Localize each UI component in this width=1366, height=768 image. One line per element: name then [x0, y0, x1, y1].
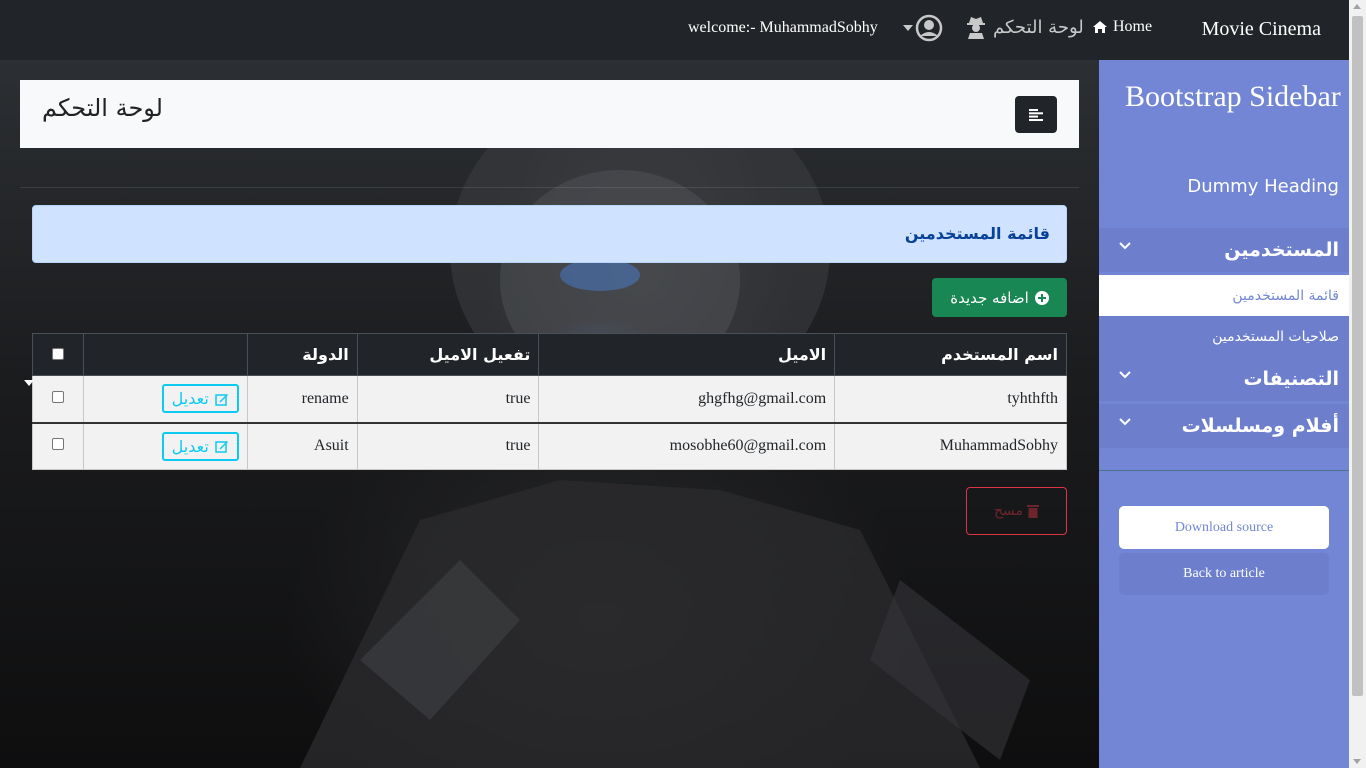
- edit-icon: [215, 441, 228, 453]
- select-all-cell: [32, 333, 84, 376]
- user-secret-icon: [967, 17, 985, 39]
- sidebar-item-label: أفلام ومسلسلات: [1181, 415, 1339, 437]
- delete-button[interactable]: مسح: [966, 487, 1067, 535]
- sidebar-item-users[interactable]: المستخدمين: [1099, 228, 1349, 272]
- cell-country: Asuit: [246, 421, 358, 470]
- top-navbar: Movie Cinema Home لوحة التحكم welcome:- …: [0, 0, 1349, 60]
- add-new-button[interactable]: اضافه جديدة: [932, 278, 1067, 317]
- chevron-down-icon: [1119, 371, 1131, 379]
- scroll-down-arrow-icon[interactable]: [1353, 759, 1361, 764]
- delete-label: مسح: [993, 503, 1024, 519]
- edit-button[interactable]: تعديل: [161, 384, 239, 414]
- sidebar-item-categories[interactable]: التصنيفات: [1099, 357, 1349, 401]
- header-username[interactable]: اسم المستخدم: [834, 333, 1067, 376]
- trash-icon: [1027, 505, 1040, 518]
- nav-home-label: Home: [1113, 18, 1153, 35]
- user-menu-toggle[interactable]: [903, 14, 943, 42]
- back-to-article-button[interactable]: Back to article: [1119, 553, 1329, 595]
- nav-home-link[interactable]: Home: [1092, 18, 1152, 36]
- page-scrollbar[interactable]: [1349, 0, 1366, 768]
- edit-label: تعديل: [171, 389, 209, 409]
- edit-label: تعديل: [171, 436, 209, 456]
- row-select-cell: [32, 375, 84, 423]
- cell-email: ghgfhg@gmail.com: [538, 375, 836, 423]
- divider: [20, 187, 1079, 188]
- user-circle-icon: [915, 14, 943, 42]
- users-list-alert: قائمة المستخدمين: [32, 205, 1067, 263]
- edit-icon: [215, 393, 228, 406]
- row-select-cell: [32, 421, 84, 470]
- sidebar-heading: Dummy Heading: [1187, 176, 1339, 197]
- sidebar-item-movies-series[interactable]: أفلام ومسلسلات: [1099, 404, 1349, 448]
- welcome-text: welcome:- MuhammadSobhy: [688, 19, 878, 36]
- cell-country: rename: [246, 375, 358, 423]
- cell-username: tyhthfth: [834, 375, 1067, 423]
- sidebar-subitem-user-permissions[interactable]: صلاحيات المستخدمين: [1099, 316, 1349, 357]
- download-source-button[interactable]: Download source: [1119, 506, 1329, 549]
- row-checkbox[interactable]: [51, 438, 64, 451]
- align-left-icon: [1029, 108, 1043, 121]
- sidebar-divider: [1099, 470, 1349, 471]
- table-row: تعديل rename true ghgfhg@gmail.com tyhth…: [32, 375, 1067, 423]
- sidebar-item-label: المستخدمين: [1224, 239, 1339, 261]
- alert-text: قائمة المستخدمين: [904, 224, 1050, 243]
- nav-dashboard-label: لوحة التحكم: [993, 16, 1084, 38]
- sidebar-item-label: التصنيفات: [1243, 368, 1339, 390]
- header-country[interactable]: الدولة: [246, 333, 358, 376]
- scroll-thumb[interactable]: [1352, 16, 1363, 696]
- page-header: لوحة التحكم: [20, 80, 1079, 148]
- scroll-up-arrow-icon[interactable]: [1353, 4, 1361, 9]
- page-title: لوحة التحكم: [42, 94, 163, 122]
- row-actions-cell: تعديل: [82, 375, 248, 423]
- edit-button[interactable]: تعديل: [161, 431, 239, 461]
- select-all-checkbox[interactable]: [51, 348, 64, 360]
- sidebar-subitem-label: صلاحيات المستخدمين: [1212, 328, 1339, 345]
- sidebar-title: Bootstrap Sidebar: [1125, 80, 1341, 113]
- sidebar-subitem-users-list[interactable]: قائمة المستخدمين: [1099, 275, 1349, 316]
- add-new-label: اضافه جديدة: [950, 288, 1029, 307]
- table-row: تعديل Asuit true mosobhe60@gmail.com Muh…: [32, 421, 1067, 470]
- chevron-down-icon: [1119, 242, 1131, 250]
- chevron-down-icon: [1119, 418, 1131, 426]
- table-header-row: الدولة تفعيل الاميل الاميل اسم المستخدم: [32, 333, 1067, 376]
- cell-activation: true: [356, 421, 540, 470]
- users-table: الدولة تفعيل الاميل الاميل اسم المستخدم …: [32, 333, 1067, 470]
- cell-username: MuhammadSobhy: [834, 421, 1067, 470]
- header-email[interactable]: الاميل: [538, 333, 836, 376]
- plus-circle-icon: [1034, 290, 1049, 305]
- cell-email: mosobhe60@gmail.com: [538, 421, 836, 470]
- cell-activation: true: [356, 375, 540, 423]
- row-actions-cell: تعديل: [82, 421, 248, 470]
- header-actions: [82, 333, 248, 376]
- row-checkbox[interactable]: [51, 390, 64, 403]
- sidebar-subitem-label: قائمة المستخدمين: [1232, 287, 1339, 304]
- sidebar-toggle-button[interactable]: [1015, 96, 1057, 133]
- brand-link[interactable]: Movie Cinema: [1202, 18, 1321, 41]
- home-icon: [1093, 21, 1107, 33]
- caret-down-icon: [903, 25, 913, 31]
- row-caret-icon: [24, 380, 34, 386]
- sidebar: Bootstrap Sidebar Dummy Heading المستخدم…: [1099, 60, 1349, 768]
- header-activation[interactable]: تفعيل الاميل: [356, 333, 540, 376]
- nav-dashboard-link[interactable]: لوحة التحكم: [965, 15, 1084, 39]
